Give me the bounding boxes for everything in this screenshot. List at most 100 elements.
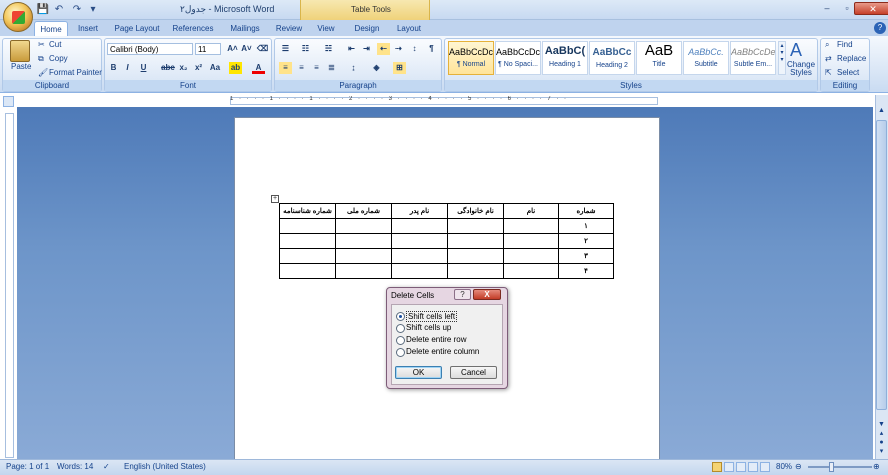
radio-label[interactable]: Delete entire column [406,347,479,356]
table-cell[interactable] [447,263,504,279]
redo-icon[interactable]: ↷ [70,3,84,16]
tab-insert[interactable]: Insert [72,21,104,36]
web-layout-icon[interactable] [736,462,746,472]
save-icon[interactable]: 💾 [36,3,50,16]
radio-shift-cells-up[interactable] [396,324,405,333]
table-cell[interactable] [391,248,448,264]
align-center-icon[interactable]: ≡ [295,62,308,74]
table-header-cell[interactable]: نام خانوادگی [447,203,504,219]
style-heading-1[interactable]: AaBbC(Heading 1 [542,41,588,75]
office-button[interactable] [3,2,33,32]
tab-page-layout[interactable]: Page Layout [110,21,164,36]
ok-button[interactable]: OK [395,366,442,379]
align-right-icon[interactable]: ≡ [310,62,323,74]
styles-scroll-icon[interactable]: ▴ ▾ ▾ [778,41,786,75]
proofing-icon[interactable]: ✓ [103,462,110,471]
replace-button[interactable]: Replace [837,54,866,63]
table-cell[interactable] [279,233,336,249]
tab-mailings[interactable]: Mailings [224,21,266,36]
copy-button[interactable]: Copy [49,54,68,63]
change-styles-icon[interactable]: A [790,40,802,61]
rtl-icon[interactable]: ⇠ [377,43,390,55]
close-window-button[interactable]: ✕ [854,2,888,15]
font-name-combo[interactable]: Calibri (Body) [107,43,193,55]
style-heading-2[interactable]: AaBbCc Heading 2 [589,41,635,75]
zoom-slider[interactable] [808,466,872,468]
show-marks-icon[interactable]: ¶ [425,43,438,55]
borders-icon[interactable]: ⊞ [393,62,406,74]
table-header-cell[interactable]: نام [503,203,559,219]
language-indicator[interactable]: English (United States) [124,462,206,471]
table-cell[interactable] [335,263,392,279]
zoom-out-icon[interactable]: ⊖ [795,462,802,471]
paste-icon[interactable] [10,40,30,62]
table-cell[interactable] [279,263,336,279]
table-cell[interactable]: ۱ [558,218,614,234]
style-subtitle[interactable]: AaBbCc. Subtitle [683,41,729,75]
style-subtle-emphasis[interactable]: AaBbCcDe Subtle Em... [730,41,776,75]
table-cell[interactable] [391,218,448,234]
italic-button[interactable]: I [121,62,134,74]
font-color-icon[interactable]: A [252,62,265,74]
ruler-toggle-button[interactable] [3,96,14,107]
strikethrough-button[interactable]: abe [160,62,176,74]
radio-delete-entire-row[interactable] [396,336,405,345]
numbering-icon[interactable]: ☷ [299,43,312,55]
table-cell[interactable]: ۴ [558,263,614,279]
table-header-cell[interactable]: شماره شناسنامه [279,203,336,219]
radio-label[interactable]: Delete entire row [406,335,466,344]
table-move-handle-icon[interactable]: + [271,195,279,203]
full-screen-icon[interactable] [724,462,734,472]
table-header-cell[interactable]: شماره [558,203,614,219]
shading-icon[interactable]: ◈ [370,62,383,74]
increase-indent-icon[interactable]: ⇥ [360,43,373,55]
tab-references[interactable]: References [170,21,216,36]
format-painter-button[interactable]: Format Painter [49,68,102,77]
justify-icon[interactable]: ≣ [325,62,338,74]
table-cell[interactable] [279,218,336,234]
tab-home[interactable]: Home [34,21,68,36]
tab-design[interactable]: Design [350,21,384,36]
table-cell[interactable] [447,233,504,249]
line-spacing-icon[interactable]: ↨ [347,62,360,74]
radio-shift-cells-left[interactable] [396,312,405,321]
undo-icon[interactable]: ↶ [52,3,66,16]
tab-view[interactable]: View [312,21,340,36]
radio-label[interactable]: Shift cells left [406,311,458,322]
font-size-combo[interactable]: 11 [195,43,221,55]
table-cell[interactable] [391,263,448,279]
style-title[interactable]: AaB Title [636,41,682,75]
style-normal[interactable]: AaBbCcDc ¶ Normal [448,41,494,75]
superscript-button[interactable]: x² [192,62,205,74]
multilevel-list-icon[interactable]: ☵ [322,43,335,55]
vertical-ruler[interactable] [5,113,14,458]
bold-button[interactable]: B [107,62,120,74]
qat-customize-icon[interactable]: ▾ [86,3,100,16]
tab-layout[interactable]: Layout [392,21,426,36]
cancel-button[interactable]: Cancel [450,366,497,379]
sort-icon[interactable]: ↕ [408,43,421,55]
print-layout-icon[interactable] [712,462,722,472]
subscript-button[interactable]: x₂ [177,62,190,74]
table-header-cell[interactable]: نام پدر [391,203,448,219]
decrease-indent-icon[interactable]: ⇤ [345,43,358,55]
style-no-spacing[interactable]: AaBbCcDc ¶ No Spaci... [495,41,541,75]
cut-button[interactable]: Cut [49,40,61,49]
zoom-level[interactable]: 80% [776,462,792,471]
minimize-button[interactable]: – [816,2,838,15]
paste-button[interactable]: Paste [11,62,31,71]
clear-format-icon[interactable]: ⌫ [256,43,269,55]
table-cell[interactable] [447,248,504,264]
table-cell[interactable] [391,233,448,249]
align-left-icon[interactable]: ≡ [279,62,292,74]
table-cell[interactable]: ۲ [558,233,614,249]
document-table[interactable]: شماره شناسنامه شماره ملی نام پدر نام خان… [279,203,614,279]
table-cell[interactable]: ۳ [558,248,614,264]
highlight-icon[interactable]: ab [229,62,242,74]
table-cell[interactable] [335,218,392,234]
zoom-in-icon[interactable]: ⊕ [873,462,880,471]
change-case-button[interactable]: Aa [207,62,223,74]
change-styles-button[interactable]: Change Styles [787,61,815,77]
zoom-slider-thumb[interactable] [829,462,834,472]
dialog-close-button[interactable]: X [473,289,501,300]
